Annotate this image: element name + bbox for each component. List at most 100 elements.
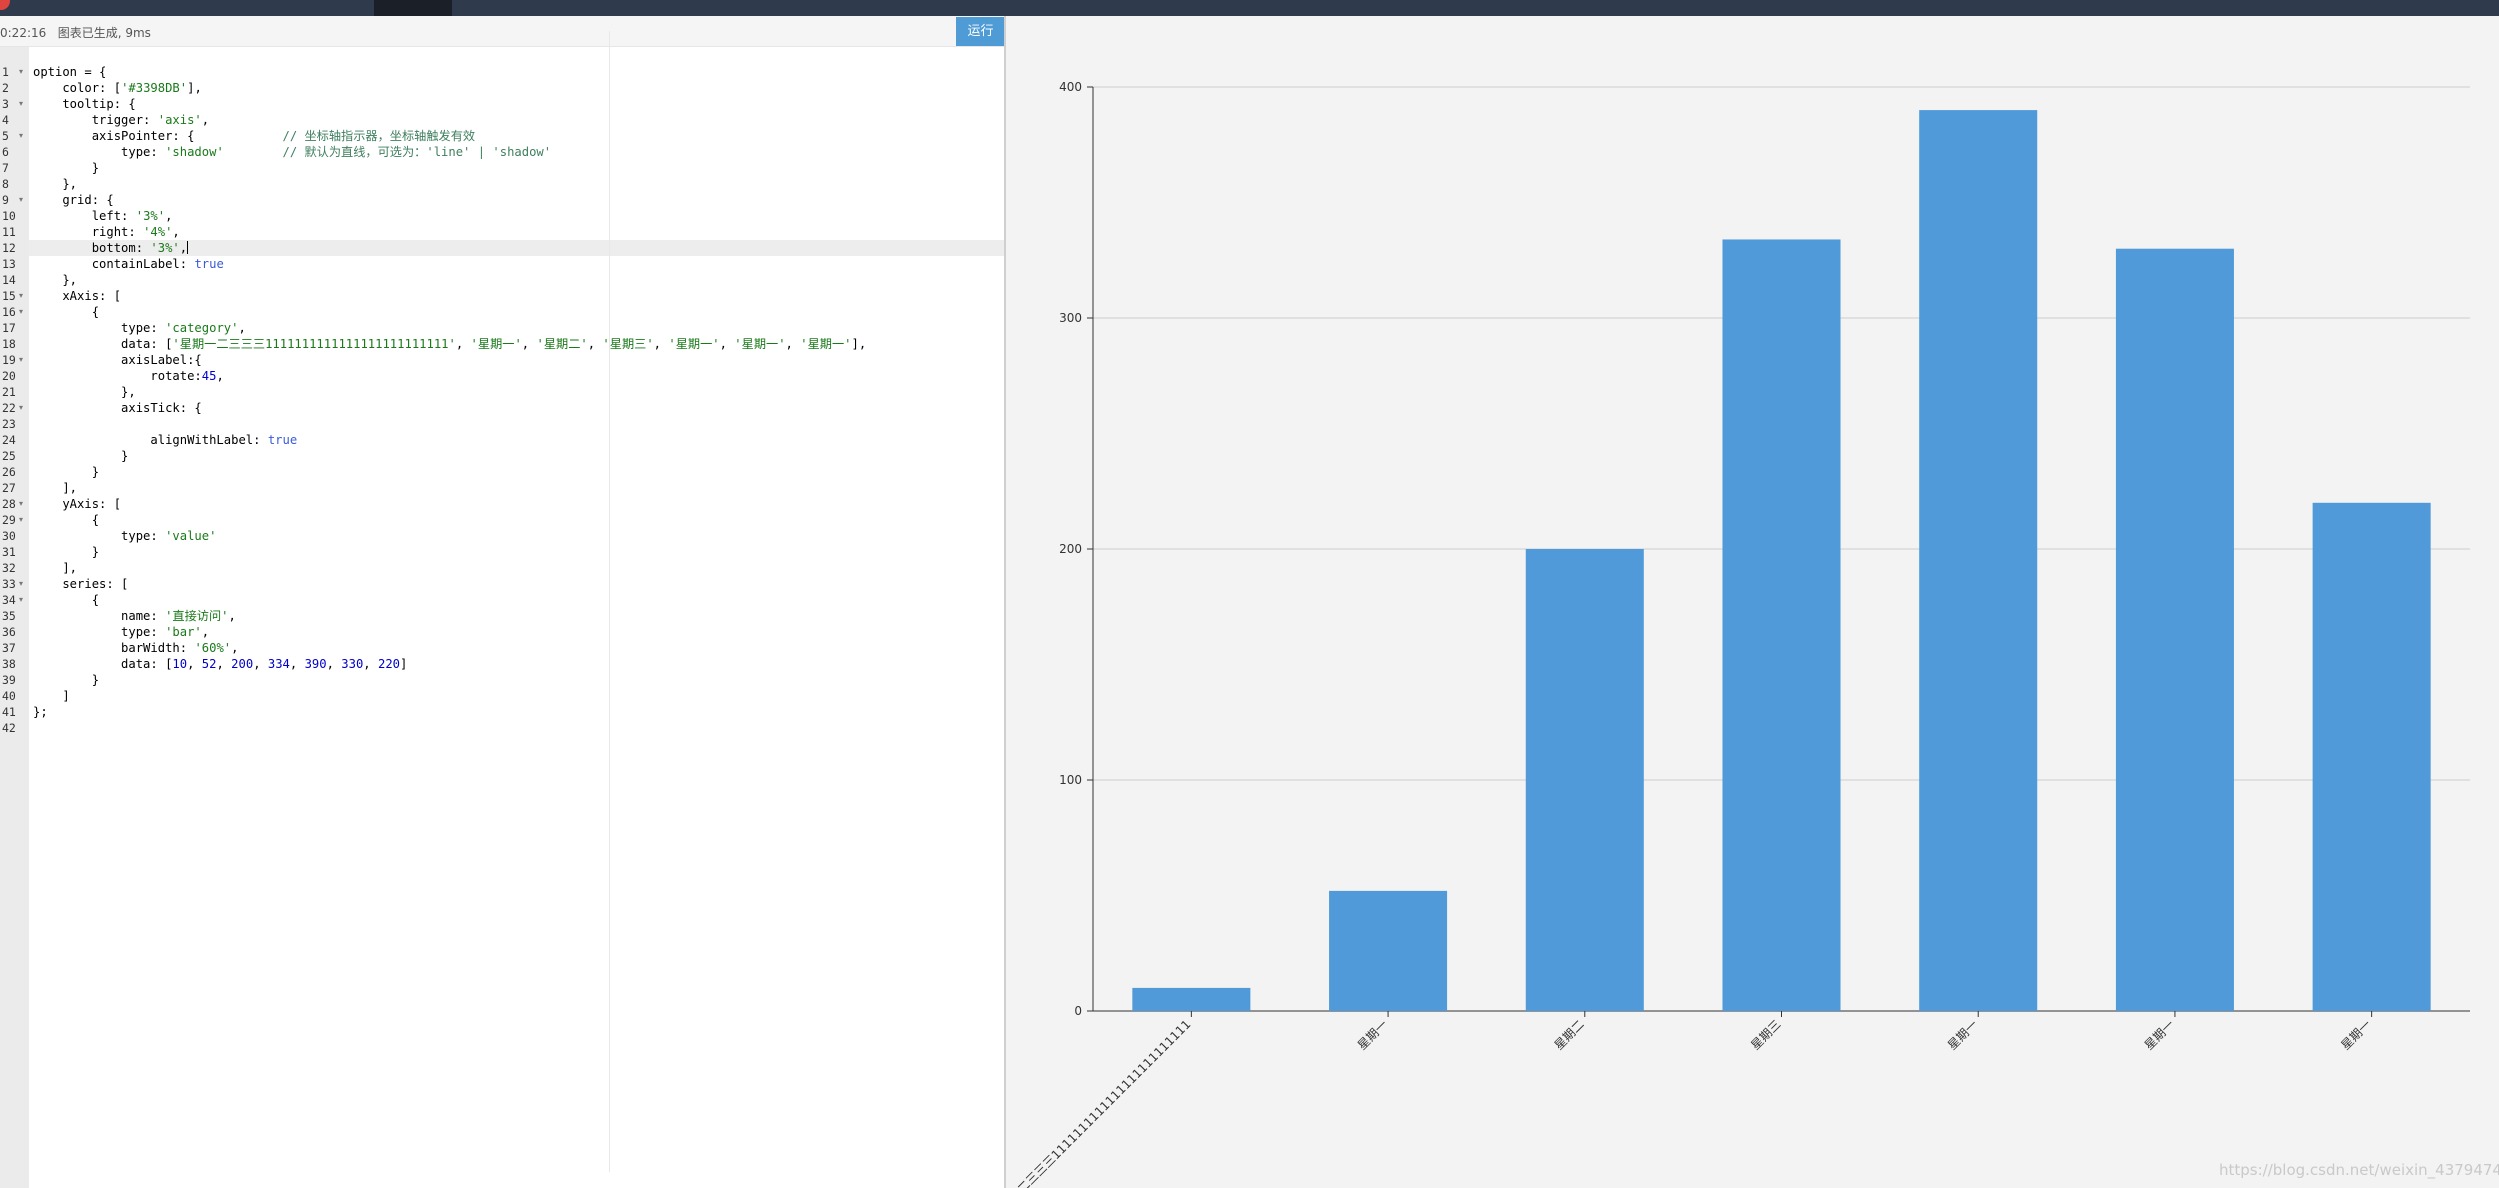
y-tick-label: 400 xyxy=(1059,80,1082,94)
code-line[interactable]: type: 'category', xyxy=(33,320,246,336)
status-bar: 0:22:16 图表已生成, 9ms 运行 xyxy=(0,16,1005,47)
line-number: 13 xyxy=(2,257,16,271)
line-number: 30 xyxy=(2,529,16,543)
line-number: 26 xyxy=(2,465,16,479)
code-line[interactable]: ], xyxy=(33,560,77,576)
x-tick-label: 星期一 xyxy=(2142,1017,2177,1052)
code-line[interactable]: containLabel: true xyxy=(33,256,224,272)
status-text: 0:22:16 图表已生成, 9ms xyxy=(0,26,151,40)
top-tab[interactable] xyxy=(374,0,452,16)
bar[interactable] xyxy=(1919,110,2038,1012)
code-line[interactable]: data: ['星期一二三三三1111111111111111111111111… xyxy=(33,336,866,352)
code-line[interactable]: tooltip: { xyxy=(33,96,135,112)
line-number: 2 xyxy=(2,81,9,95)
bar[interactable] xyxy=(2115,248,2234,1011)
line-number: 6 xyxy=(2,145,9,159)
line-number: 23 xyxy=(2,417,16,431)
code-line[interactable]: barWidth: '60%', xyxy=(33,640,238,656)
line-number: 41 xyxy=(2,705,16,719)
code-line[interactable]: right: '4%', xyxy=(33,224,180,240)
line-number: 8 xyxy=(2,177,9,191)
code-line[interactable]: axisTick: { xyxy=(33,400,202,416)
code-line[interactable]: trigger: 'axis', xyxy=(33,112,209,128)
bar[interactable] xyxy=(2312,502,2431,1011)
fold-toggle-icon[interactable]: ▾ xyxy=(19,496,27,512)
code-line[interactable]: type: 'value' xyxy=(33,528,216,544)
line-number: 36 xyxy=(2,625,16,639)
code-line[interactable]: { xyxy=(33,304,99,320)
code-line[interactable]: alignWithLabel: true xyxy=(33,432,297,448)
code-line[interactable]: { xyxy=(33,592,99,608)
code-line[interactable]: xAxis: [ xyxy=(33,288,121,304)
code-line[interactable]: series: [ xyxy=(33,576,128,592)
fold-toggle-icon[interactable]: ▾ xyxy=(19,192,27,208)
code-line[interactable]: axisLabel:{ xyxy=(33,352,202,368)
line-number: 20 xyxy=(2,369,16,383)
run-button[interactable]: 运行 xyxy=(956,17,1005,46)
fold-toggle-icon[interactable]: ▾ xyxy=(19,400,27,416)
y-tick-label: 100 xyxy=(1059,773,1082,787)
line-number: 24 xyxy=(2,433,16,447)
code-line[interactable]: type: 'shadow' // 默认为直线，可选为：'line' | 'sh… xyxy=(33,144,551,160)
print-margin xyxy=(609,31,610,1172)
code-line[interactable]: }, xyxy=(33,176,77,192)
line-number: 32 xyxy=(2,561,16,575)
code-line[interactable]: bottom: '3%', xyxy=(33,240,189,256)
fold-toggle-icon[interactable]: ▾ xyxy=(19,304,27,320)
line-number: 4 xyxy=(2,113,9,127)
x-tick-label: 星期二 xyxy=(1552,1017,1587,1052)
code-line[interactable]: } xyxy=(33,464,99,480)
text-cursor xyxy=(187,241,189,254)
fold-toggle-icon[interactable]: ▾ xyxy=(19,576,27,592)
bar[interactable] xyxy=(1132,987,1251,1011)
x-tick-label: 星期三 xyxy=(1748,1017,1783,1052)
code-line[interactable]: ] xyxy=(33,688,69,704)
code-line[interactable]: color: ['#3398DB'], xyxy=(33,80,201,96)
code-line[interactable]: }, xyxy=(33,384,136,400)
chart-pane: 0 100 200 300 400 星期一二三三三11111111111111111111… xyxy=(1006,16,2499,1188)
code-line[interactable]: } xyxy=(33,448,128,464)
code-line[interactable]: rotate:45, xyxy=(33,368,223,384)
line-number: 14 xyxy=(2,273,16,287)
watermark: https://blog.csdn.net/weixin_43794749 xyxy=(2219,1161,2499,1179)
close-dot-icon[interactable] xyxy=(0,0,10,10)
code-line[interactable]: name: '直接访问', xyxy=(33,608,236,624)
fold-toggle-icon[interactable]: ▾ xyxy=(19,512,27,528)
code-line[interactable]: }, xyxy=(33,272,77,288)
code-line[interactable]: } xyxy=(33,160,99,176)
code-line[interactable]: type: 'bar', xyxy=(33,624,209,640)
bar-chart[interactable]: 0 100 200 300 400 星期一二三三三11111111111111111111… xyxy=(1006,16,2499,1188)
line-number: 37 xyxy=(2,641,16,655)
code-line[interactable]: option = { xyxy=(33,64,106,80)
code-line[interactable]: left: '3%', xyxy=(33,208,173,224)
code-line[interactable]: axisPointer: { // 坐标轴指示器，坐标轴触发有效 xyxy=(33,128,475,144)
fold-toggle-icon[interactable]: ▾ xyxy=(19,352,27,368)
code-line[interactable]: grid: { xyxy=(33,192,113,208)
line-number: 18 xyxy=(2,337,16,351)
fold-toggle-icon[interactable]: ▾ xyxy=(19,96,27,112)
fold-toggle-icon[interactable]: ▾ xyxy=(19,288,27,304)
code-line[interactable]: yAxis: [ xyxy=(33,496,121,512)
code-line[interactable]: }; xyxy=(33,704,48,720)
code-line[interactable]: } xyxy=(33,544,99,560)
code-line[interactable]: ], xyxy=(33,480,77,496)
line-number: 35 xyxy=(2,609,16,623)
x-tick-label: 星期一 xyxy=(2338,1017,2373,1052)
line-number: 7 xyxy=(2,161,9,175)
fold-toggle-icon[interactable]: ▾ xyxy=(19,64,27,80)
line-number: 39 xyxy=(2,673,16,687)
bar[interactable] xyxy=(1722,239,1841,1011)
fold-toggle-icon[interactable]: ▾ xyxy=(19,592,27,608)
y-tick-label: 200 xyxy=(1059,542,1082,556)
bar[interactable] xyxy=(1329,890,1448,1011)
code-line[interactable]: data: [10, 52, 200, 334, 390, 330, 220] xyxy=(33,656,407,672)
line-number: 42 xyxy=(2,721,16,735)
x-tick-label: 星期一 xyxy=(1945,1017,1980,1052)
window-top-bar xyxy=(0,0,2499,16)
line-number: 11 xyxy=(2,225,16,239)
fold-toggle-icon[interactable]: ▾ xyxy=(19,128,27,144)
line-number: 38 xyxy=(2,657,16,671)
code-line[interactable]: } xyxy=(33,672,99,688)
bar[interactable] xyxy=(1525,549,1644,1011)
code-line[interactable]: { xyxy=(33,512,99,528)
